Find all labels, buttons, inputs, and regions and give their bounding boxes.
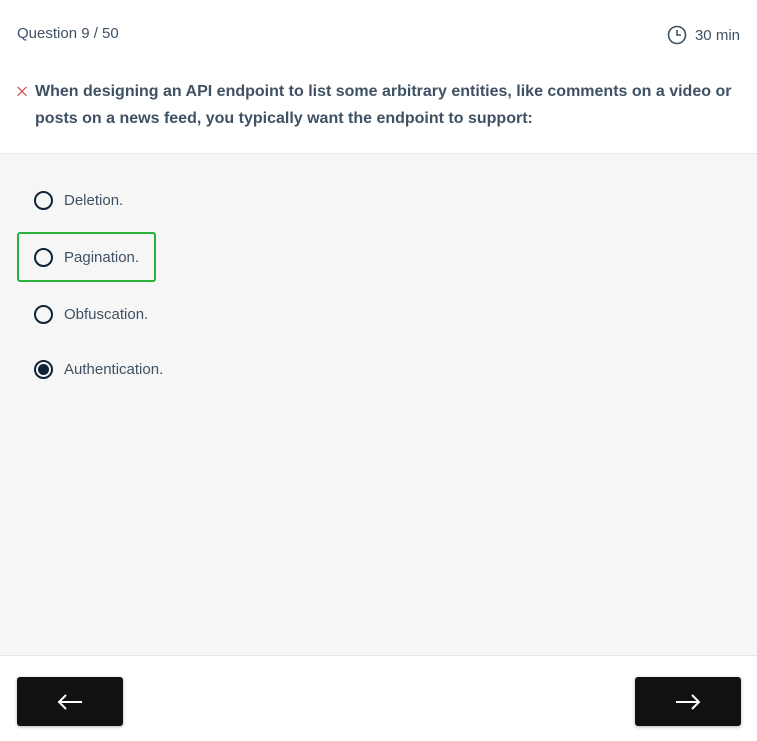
next-button[interactable]: [635, 677, 741, 726]
answer-area: Deletion. Pagination. Obfuscation. Authe…: [0, 154, 757, 655]
option-pagination[interactable]: Pagination.: [17, 232, 157, 282]
timer: 30 min: [667, 25, 740, 45]
option-obfuscation[interactable]: Obfuscation.: [17, 289, 150, 339]
clock-icon: [667, 25, 687, 45]
option-label: Authentication.: [64, 360, 164, 378]
footer: [0, 655, 757, 741]
previous-button[interactable]: [17, 677, 123, 726]
arrow-left-icon: [57, 693, 82, 710]
radio-button-selected[interactable]: [34, 359, 53, 379]
option-authentication[interactable]: Authentication.: [17, 344, 165, 394]
radio-button[interactable]: [34, 304, 53, 324]
radio-button[interactable]: [34, 247, 53, 267]
question-counter: Question 9 / 50: [17, 25, 119, 42]
timer-text: 30 min: [694, 26, 740, 44]
arrow-right-icon: [676, 693, 701, 710]
question-text: When designing an API endpoint to list s…: [35, 83, 732, 127]
option-label: Deletion.: [64, 191, 124, 209]
option-label: Obfuscation.: [64, 305, 149, 323]
option-label: Pagination.: [64, 248, 140, 266]
radio-button[interactable]: [34, 190, 53, 210]
x-icon: [17, 86, 27, 97]
option-deletion[interactable]: Deletion.: [17, 175, 125, 225]
question: When designing an API endpoint to list s…: [17, 78, 742, 132]
header: Question 9 / 50 30 min When designing an…: [0, 0, 757, 154]
